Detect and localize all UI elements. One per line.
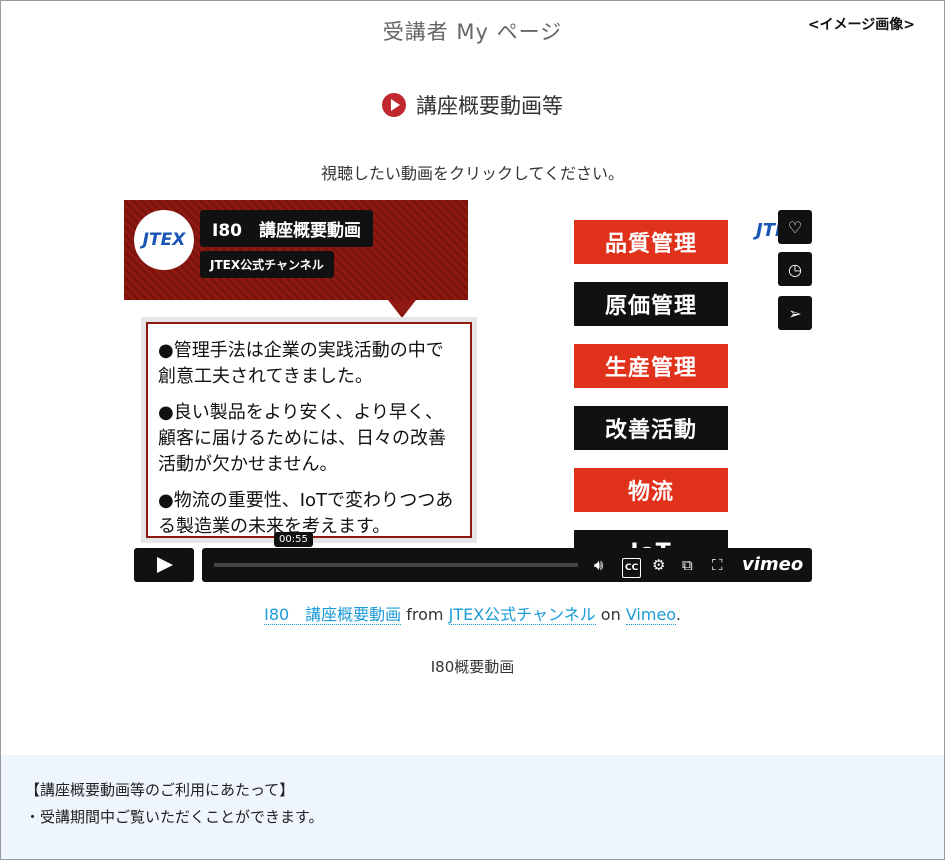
- page-title: 受講者 My ページ: [382, 20, 563, 44]
- section-heading-text: 講座概要動画等: [416, 94, 563, 118]
- watch-later-button[interactable]: ◷: [778, 252, 812, 286]
- banner-pointer: [388, 300, 416, 318]
- play-button[interactable]: [134, 548, 194, 582]
- notice-title: 【講座概要動画等のご利用にあたって】: [25, 781, 295, 799]
- credit-from: from: [406, 605, 444, 624]
- topic-label: 原価管理: [574, 282, 728, 326]
- like-button[interactable]: ♡: [778, 210, 812, 244]
- player-controls: 00:55 🔊︎ CC ⚙︎ ⧉ ⛶ vimeo: [124, 532, 812, 582]
- send-icon: ➢: [788, 303, 802, 323]
- topic-labels: 品質管理 原価管理 生産管理 改善活動 物流 IoT: [574, 220, 728, 586]
- share-button[interactable]: ➢: [778, 296, 812, 330]
- video-caption: I80概要動画: [430, 658, 515, 676]
- channel-logo[interactable]: JTEX: [134, 210, 194, 270]
- usage-notice: 【講座概要動画等のご利用にあたって】 ・受講期間中ご覧いただくことができます。: [1, 755, 944, 859]
- video-player[interactable]: JTEX I80 講座概要動画 JTEX公式チャンネル ●管理手法は企業の実践活…: [124, 200, 812, 586]
- bullet-item: ●良い製品をより安く、より早く、顧客に届けるためには、日々の改善活動が欠かせませ…: [158, 402, 446, 475]
- notice-item: ・受講期間中ご覧いただくことができます。: [25, 808, 324, 826]
- topic-label: 品質管理: [574, 220, 728, 264]
- channel-link[interactable]: JTEX公式チャンネル: [448, 605, 596, 625]
- heart-icon: ♡: [787, 217, 803, 237]
- video-credit: I80 講座概要動画 from JTEX公式チャンネル on Vimeo.: [0, 601, 945, 625]
- video-title-link[interactable]: I80 講座概要動画: [200, 210, 373, 247]
- settings-icon[interactable]: ⚙︎: [652, 556, 665, 574]
- volume-icon[interactable]: 🔊︎: [594, 556, 603, 574]
- pip-icon[interactable]: ⧉: [682, 556, 693, 574]
- image-note: <イメージ画像>: [807, 17, 915, 33]
- credit-on: on: [600, 605, 621, 624]
- bullet-box: ●管理手法は企業の実践活動の中で創意工夫されてきました。 ●良い製品をより安く、…: [146, 322, 472, 538]
- vimeo-logo[interactable]: vimeo: [742, 554, 803, 575]
- progress-track[interactable]: [214, 563, 578, 567]
- captions-icon[interactable]: CC: [622, 558, 642, 578]
- topic-label: 生産管理: [574, 344, 728, 388]
- instruction-text: 視聴したい動画をクリックしてください。: [320, 164, 625, 183]
- bullet-item: ●管理手法は企業の実践活動の中で創意工夫されてきました。: [158, 340, 444, 387]
- credit-period: .: [675, 605, 681, 624]
- play-circle-icon: [382, 93, 406, 117]
- control-bar: 00:55 🔊︎ CC ⚙︎ ⧉ ⛶ vimeo: [202, 532, 812, 582]
- video-channel-link[interactable]: JTEX公式チャンネル: [200, 251, 334, 278]
- logo-text: JTEX: [142, 230, 186, 250]
- fullscreen-icon[interactable]: ⛶: [712, 556, 723, 574]
- topic-label: 物流: [574, 468, 728, 512]
- topic-label: 改善活動: [574, 406, 728, 450]
- vimeo-link[interactable]: Vimeo: [625, 605, 676, 625]
- time-tooltip: 00:55: [274, 532, 313, 547]
- clock-icon: ◷: [788, 259, 802, 279]
- video-link[interactable]: I80 講座概要動画: [264, 605, 402, 625]
- section-heading: 講座概要動画等: [0, 90, 945, 120]
